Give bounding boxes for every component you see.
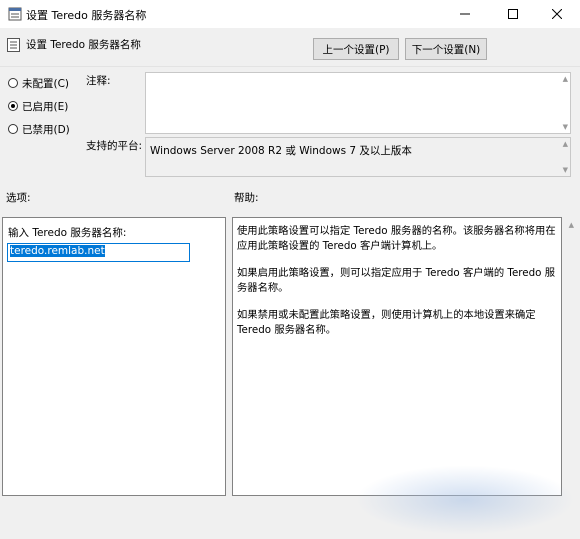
radio-circle-selected	[8, 101, 18, 111]
help-text-line: Teredo 服务器名称。	[237, 324, 337, 336]
help-text-line: 务器名称。	[237, 282, 289, 294]
radio-label: 已启用(E)	[22, 100, 69, 113]
radio-not-configured[interactable]: 未配置(C)	[8, 76, 88, 90]
radio-disabled[interactable]: 已禁用(D)	[8, 122, 88, 136]
maximize-icon	[508, 9, 518, 19]
minimize-icon	[460, 13, 470, 15]
scroll-up-icon[interactable]: ▲	[563, 75, 568, 83]
platform-value: Windows Server 2008 R2 或 Windows 7 及以上版本	[150, 145, 412, 157]
window-title: 设置 Teredo 服务器名称	[26, 9, 147, 22]
comment-textarea[interactable]: ▲ ▼	[145, 72, 571, 134]
close-button[interactable]	[534, 0, 580, 28]
platform-box: Windows Server 2008 R2 或 Windows 7 及以上版本…	[145, 137, 571, 177]
radio-circle	[8, 78, 18, 88]
close-icon	[552, 9, 562, 19]
options-section-label: 选项:	[6, 192, 31, 204]
previous-setting-button[interactable]: 上一个设置(P)	[313, 38, 399, 60]
watermark-glow	[355, 465, 575, 535]
policy-setting-icon	[8, 7, 22, 21]
server-name-value: teredo.remlab.net	[10, 245, 105, 257]
minimize-button[interactable]	[442, 0, 488, 28]
help-section-label: 帮助:	[234, 192, 259, 204]
help-panel: 使用此策略设置可以指定 Teredo 服务器的名称。该服务器名称将用在 应用此策…	[232, 217, 562, 496]
scroll-up-icon[interactable]: ▲	[569, 221, 574, 229]
help-text-line: 如果禁用或未配置此策略设置，则使用计算机上的本地设置来确定	[237, 309, 536, 321]
help-text-line: 如果启用此策略设置，则可以指定应用于 Teredo 客户端的 Teredo 服	[237, 267, 556, 279]
server-name-label: 输入 Teredo 服务器名称:	[8, 227, 127, 239]
help-scrollbar[interactable]: ▲	[563, 217, 577, 496]
radio-enabled[interactable]: 已启用(E)	[8, 99, 88, 113]
radio-circle	[8, 124, 18, 134]
next-setting-button[interactable]: 下一个设置(N)	[405, 38, 487, 60]
title-bar: 设置 Teredo 服务器名称	[0, 0, 580, 28]
radio-label: 未配置(C)	[22, 77, 70, 90]
help-text-line: 应用此策略设置的 Teredo 客户端计算机上。	[237, 240, 443, 252]
scroll-down-icon[interactable]: ▼	[563, 123, 568, 131]
setting-document-icon	[7, 38, 20, 52]
comment-label: 注释:	[86, 75, 111, 87]
radio-label: 已禁用(D)	[22, 123, 70, 136]
setting-title: 设置 Teredo 服务器名称	[26, 39, 141, 51]
scroll-down-icon[interactable]: ▼	[563, 166, 568, 174]
server-name-input[interactable]: teredo.remlab.net	[7, 243, 190, 262]
header-divider	[0, 66, 580, 67]
platform-label: 支持的平台:	[86, 140, 143, 152]
help-text-line: 使用此策略设置可以指定 Teredo 服务器的名称。该服务器名称将用在	[237, 225, 556, 237]
maximize-button[interactable]	[490, 0, 536, 28]
scroll-up-icon[interactable]: ▲	[563, 140, 568, 148]
